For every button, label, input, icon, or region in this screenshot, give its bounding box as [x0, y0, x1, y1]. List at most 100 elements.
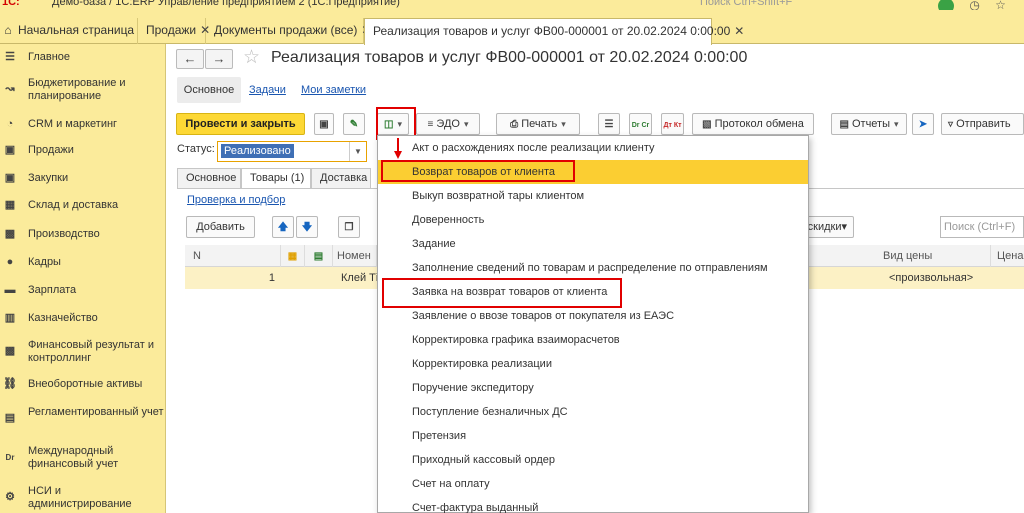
- favorite-star-icon[interactable]: ☆: [243, 46, 260, 69]
- favorites-star-icon[interactable]: ☆: [995, 0, 1006, 10]
- treasury-icon: ▥: [4, 312, 16, 324]
- row-number: 1: [268, 272, 275, 284]
- row-nomenclature: Клей Ті: [341, 272, 379, 284]
- chevron-down-icon: ▾: [397, 119, 402, 129]
- menu-item[interactable]: Приходный кассовый ордер: [378, 448, 808, 472]
- menu-item[interactable]: Акт о расхождениях после реализации клие…: [378, 136, 808, 160]
- status-select[interactable]: Реализовано ▼: [217, 141, 367, 162]
- title-bar-icons: ◷ ☆: [938, 0, 1018, 10]
- column-header-price[interactable]: Цена: [991, 245, 1024, 267]
- form-tab-delivery[interactable]: Доставка: [311, 168, 371, 188]
- chevron-down-icon[interactable]: ▼: [349, 142, 366, 161]
- accounting-icon: ▤: [4, 412, 16, 424]
- warehouse-icon: ▦: [4, 199, 16, 211]
- menu-item[interactable]: Поступление безналичных ДС: [378, 400, 808, 424]
- arrow-up-icon: 🡅: [277, 222, 289, 233]
- menu-item[interactable]: Корректировка графика взаиморасчетов: [378, 328, 808, 352]
- tab-home[interactable]: ⌂ Начальная страница: [0, 18, 138, 44]
- menu-item[interactable]: Счет-фактура выданный: [378, 496, 808, 513]
- menu-item[interactable]: Поручение экспедитору: [378, 376, 808, 400]
- column-header-price-type[interactable]: Вид цены: [877, 245, 991, 267]
- chevron-down-icon: ▾: [841, 221, 847, 233]
- chevron-down-icon: ▾: [463, 119, 469, 129]
- factory-icon: ▩: [4, 228, 16, 240]
- cart-icon: ▣: [4, 172, 16, 184]
- service-icon: ➤: [918, 119, 928, 130]
- post-and-close-button[interactable]: Провести и закрыть: [176, 113, 305, 135]
- global-search-input[interactable]: Поиск Ctrl+Shift+F: [700, 0, 792, 8]
- salary-icon: ▬: [4, 284, 16, 296]
- tab-sales-documents[interactable]: Документы продажи (все)✕: [206, 18, 371, 44]
- form-tab-main[interactable]: Основное: [177, 168, 241, 188]
- post-button[interactable]: ✎: [343, 113, 365, 135]
- sections-sidebar: ☰ Главное ↝ Бюджетирование и планирование …: [0, 44, 166, 513]
- menu-item[interactable]: Претензия: [378, 424, 808, 448]
- exchange-log-button[interactable]: ▧ Протокол обмена: [692, 113, 814, 135]
- edo-icon: ≡: [427, 119, 434, 130]
- forward-button[interactable]: →: [205, 49, 233, 69]
- add-button[interactable]: Добавить: [186, 216, 255, 238]
- subtab-main[interactable]: Основное: [177, 77, 241, 103]
- dt-kt-icon: Дт Кт: [663, 122, 682, 129]
- page-title: Реализация товаров и услуг ФВ00-000001 о…: [271, 49, 748, 66]
- post-document-icon: ✎: [349, 119, 359, 130]
- budget-icon: ↝: [5, 83, 15, 95]
- window-tabs: ⌂ Начальная страница Продажи ✕ Документы п…: [0, 10, 1024, 45]
- column-header-nomenclature[interactable]: Номен: [333, 245, 377, 267]
- crm-icon: ◔: [6, 118, 14, 130]
- menu-item[interactable]: Счет на оплату: [378, 472, 808, 496]
- tab-sales-invoice[interactable]: Реализация товаров и услуг ФВ00-000001 о…: [364, 18, 744, 45]
- chevron-down-icon: ▾: [561, 119, 566, 129]
- finance-icon: ▩: [4, 345, 16, 357]
- move-up-button[interactable]: 🡅: [272, 216, 294, 238]
- edo-button[interactable]: ≡ ЭДО ▾: [416, 113, 480, 135]
- create-based-on-icon: ◫: [384, 119, 394, 130]
- create-based-on-menu: Акт о расхождениях после реализации клие…: [377, 135, 809, 513]
- dr-cr-icon: Dr Cr: [631, 122, 650, 129]
- copy-icon: ❐: [344, 222, 354, 233]
- app-window: 1С: Демо-база / 1С:ERP Управление предпр…: [0, 0, 1024, 513]
- reports-button[interactable]: ▤ Отчеты ▾: [831, 113, 907, 135]
- user-avatar[interactable]: [938, 0, 954, 10]
- check-and-pick-link[interactable]: Проверка и подбор: [187, 194, 285, 206]
- subtab-notes[interactable]: Мои заметки: [301, 77, 366, 103]
- column-header-icon[interactable]: ▦: [281, 245, 305, 267]
- menu-item[interactable]: Заявка на возврат товаров от клиента: [378, 280, 808, 304]
- form-tab-goods[interactable]: Товары (1): [241, 168, 311, 189]
- save-icon: ▣: [319, 119, 329, 130]
- send-icon: ▿: [948, 119, 954, 130]
- copy-button[interactable]: ❐: [338, 216, 360, 238]
- row-price-type: <произвольная>: [889, 272, 974, 284]
- menu-item-highlighted[interactable]: Возврат товаров от клиента: [378, 160, 808, 184]
- app-title: Демо-база / 1С:ERP Управление предприяти…: [52, 0, 400, 8]
- tab-sales[interactable]: Продажи ✕: [138, 18, 210, 44]
- menu-item[interactable]: Заполнение сведений по товарам и распред…: [378, 256, 808, 280]
- send-button[interactable]: ▿ Отправить: [941, 113, 1024, 135]
- menu-item[interactable]: Заявление о ввозе товаров от покупателя …: [378, 304, 808, 328]
- menu-item[interactable]: Задание: [378, 232, 808, 256]
- save-button[interactable]: ▣: [314, 113, 334, 135]
- back-button[interactable]: ←: [176, 49, 204, 69]
- menu-item[interactable]: Корректировка реализации: [378, 352, 808, 376]
- reports-icon: ▤: [839, 119, 849, 130]
- column-header-n[interactable]: N: [185, 245, 281, 267]
- arrow-down-icon: 🡇: [301, 222, 313, 233]
- barcode-icon: ▤: [313, 251, 324, 262]
- create-based-on-button[interactable]: ◫ ▾: [377, 113, 409, 135]
- move-down-button[interactable]: 🡇: [296, 216, 318, 238]
- menu-item[interactable]: Выкуп возвратной тары клиентом: [378, 184, 808, 208]
- column-header-icon[interactable]: ▤: [305, 245, 333, 267]
- list-button[interactable]: ☰: [598, 113, 620, 135]
- close-icon[interactable]: ✕: [734, 24, 744, 38]
- dt-kt-button[interactable]: Дт Кт: [661, 113, 684, 135]
- dr-cr-icon: Dr: [5, 453, 15, 462]
- table-search-input[interactable]: Поиск (Ctrl+F): [940, 216, 1024, 238]
- menu-item[interactable]: Доверенность: [378, 208, 808, 232]
- history-icon[interactable]: ◷: [969, 0, 979, 10]
- status-label: Статус:: [177, 143, 215, 155]
- service-button[interactable]: ➤: [912, 113, 934, 135]
- subtab-tasks[interactable]: Задачи: [249, 77, 286, 103]
- dr-cr-button[interactable]: Dr Cr: [629, 113, 652, 135]
- status-value: Реализовано: [221, 144, 294, 158]
- print-button[interactable]: ⎙ Печать ▾: [496, 113, 580, 135]
